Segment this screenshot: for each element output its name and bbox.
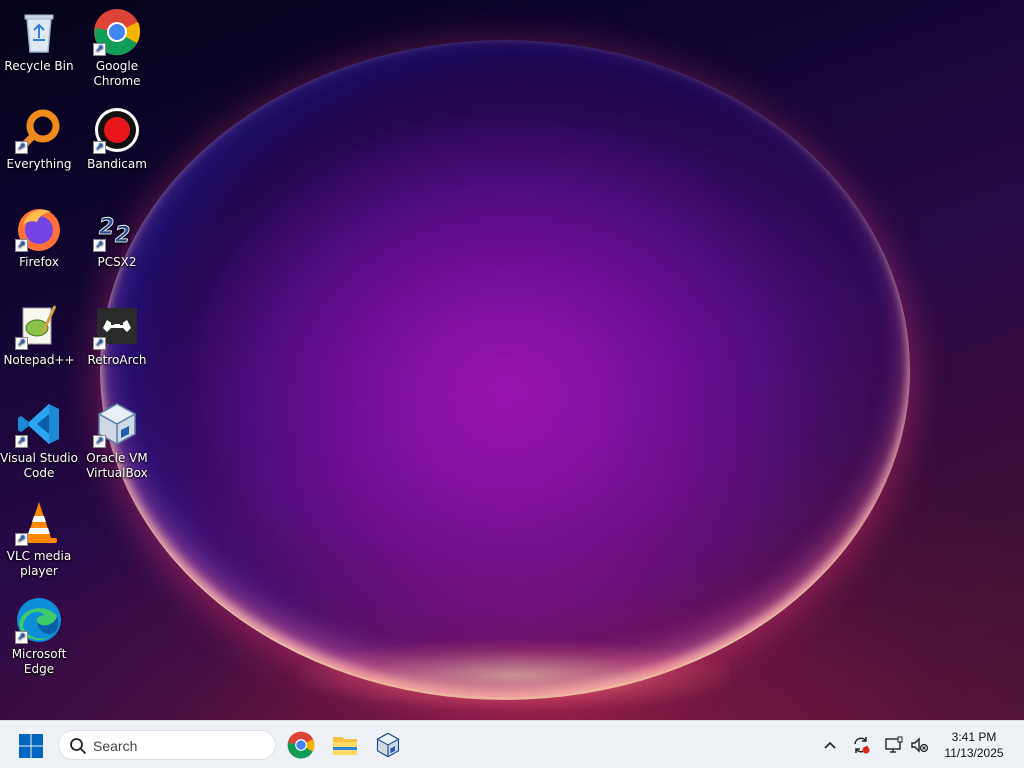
tray-network-button[interactable] xyxy=(884,735,904,755)
desktop-icon-label: Visual Studio Code xyxy=(0,451,78,480)
svg-text:2: 2 xyxy=(115,223,130,248)
desktop-icon-label: Recycle Bin xyxy=(4,59,74,73)
desktop-icon-oracle-vm-virtualbox[interactable]: ↗ Oracle VM VirtualBox xyxy=(78,394,156,481)
chevron-up-icon xyxy=(824,741,836,749)
everything-search-icon: ↗ xyxy=(15,106,63,154)
record-icon: ↗ xyxy=(93,106,141,154)
shortcut-arrow-icon: ↗ xyxy=(15,435,28,448)
search-input[interactable] xyxy=(93,735,263,757)
desktop-icon-label: Microsoft Edge xyxy=(11,647,67,676)
taskbar-app-file-explorer[interactable] xyxy=(331,731,359,759)
tray-sync-button[interactable] xyxy=(851,735,871,755)
desktop-icon-label: Everything xyxy=(6,157,72,171)
search-icon xyxy=(70,738,86,754)
shortcut-arrow-icon: ↗ xyxy=(15,631,28,644)
svg-text:2: 2 xyxy=(99,215,114,240)
clock-date: 11/13/2025 xyxy=(944,746,1004,760)
desktop-icon-label: Bandicam xyxy=(87,157,147,171)
desktop-icon-firefox[interactable]: ↗ Firefox xyxy=(0,198,78,270)
virtualbox-icon: ↗ xyxy=(93,400,141,448)
desktop-icon-label: Notepad++ xyxy=(3,353,75,367)
shortcut-arrow-icon: ↗ xyxy=(93,435,106,448)
edge-icon: ↗ xyxy=(15,596,63,644)
taskbar-search[interactable] xyxy=(58,730,276,760)
desktop-icon-everything[interactable]: ↗ Everything xyxy=(0,100,78,172)
vlc-cone-icon: ↗ xyxy=(15,498,63,546)
desktop-icon-retroarch[interactable]: ↗ RetroArch xyxy=(78,296,156,368)
desktop-icon-vlc-media-player[interactable]: ↗ VLC media player xyxy=(0,492,78,579)
desktop-icon-visual-studio-code[interactable]: ↗ Visual Studio Code xyxy=(0,394,78,481)
notepad-plus-plus-icon: ↗ xyxy=(15,302,63,350)
taskbar-clock[interactable]: 3:41 PM 11/13/2025 xyxy=(934,729,1014,761)
file-explorer-icon xyxy=(333,737,357,755)
firefox-icon: ↗ xyxy=(15,204,63,252)
pcsx2-icon: 2 2 ↗ xyxy=(93,204,141,252)
shortcut-arrow-icon: ↗ xyxy=(93,239,106,252)
chrome-icon xyxy=(287,731,315,759)
wallpaper-orb xyxy=(100,40,910,700)
sync-icon xyxy=(854,737,870,754)
desktop-icon-label: Firefox xyxy=(19,255,59,269)
shortcut-arrow-icon: ↗ xyxy=(93,337,106,350)
chrome-icon: ↗ xyxy=(93,8,141,56)
taskbar-app-chrome[interactable] xyxy=(287,731,315,759)
shortcut-arrow-icon: ↗ xyxy=(93,43,106,56)
show-hidden-icons-button[interactable] xyxy=(820,735,840,755)
shortcut-arrow-icon: ↗ xyxy=(15,533,28,546)
recycle-bin-icon xyxy=(15,8,63,56)
shortcut-arrow-icon: ↗ xyxy=(15,239,28,252)
clock-time: 3:41 PM xyxy=(951,730,997,744)
windows-logo-icon xyxy=(19,734,43,758)
desktop-icon-label: RetroArch xyxy=(87,353,147,367)
taskbar: 3:41 PM 11/13/2025 xyxy=(0,720,1024,768)
vscode-icon: ↗ xyxy=(15,400,63,448)
taskbar-app-virtualbox[interactable] xyxy=(374,731,402,759)
tray-volume-button[interactable] xyxy=(909,735,929,755)
desktop-icon-pcsx2[interactable]: 2 2 ↗ PCSX2 xyxy=(78,198,156,270)
virtualbox-icon xyxy=(376,732,400,758)
wallpaper-glow xyxy=(300,640,730,710)
retroarch-icon: ↗ xyxy=(93,302,141,350)
desktop-icon-label: PCSX2 xyxy=(97,255,137,269)
desktop-icon-label: Oracle VM VirtualBox xyxy=(86,451,148,480)
network-icon xyxy=(885,736,903,753)
shortcut-arrow-icon: ↗ xyxy=(93,141,106,154)
desktop-icon-google-chrome[interactable]: ↗ Google Chrome xyxy=(78,2,156,89)
shortcut-arrow-icon: ↗ xyxy=(15,337,28,350)
desktop-icon-recycle-bin[interactable]: Recycle Bin xyxy=(0,2,78,74)
volume-muted-icon xyxy=(911,737,929,753)
desktop-icon-microsoft-edge[interactable]: ↗ Microsoft Edge xyxy=(0,590,78,677)
desktop-icon-bandicam[interactable]: ↗ Bandicam xyxy=(78,100,156,172)
desktop-icon-label: VLC media player xyxy=(6,549,72,578)
desktop-icon-notepad-plus-plus[interactable]: ↗ Notepad++ xyxy=(0,296,78,368)
start-button[interactable] xyxy=(18,733,44,759)
desktop-icon-label: Google Chrome xyxy=(93,59,141,88)
shortcut-arrow-icon: ↗ xyxy=(15,141,28,154)
